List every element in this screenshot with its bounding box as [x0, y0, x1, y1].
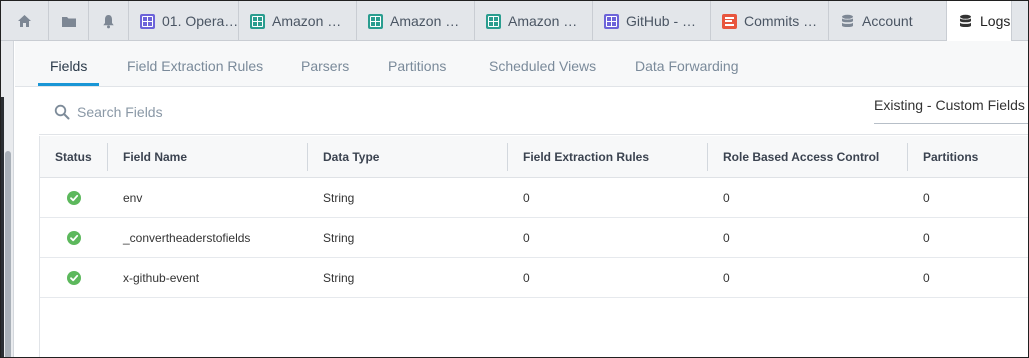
tab-label: 01. Opera… [162, 13, 238, 29]
search-input[interactable] [77, 100, 477, 124]
table-row[interactable]: _convertheaderstofields String 0 0 0 [40, 218, 1028, 258]
tab-bar: 01. Opera… Amazon … Amazon … Amazon … Gi… [1, 1, 1028, 42]
check-circle-icon [67, 231, 81, 245]
cell-data-type: String [323, 191, 355, 205]
column-divider [107, 143, 108, 171]
tab-amazon-1[interactable]: Amazon … [239, 1, 357, 41]
tab-label: Logs [980, 13, 1011, 29]
dashboard-icon [603, 13, 619, 29]
cell-rbac: 0 [723, 271, 730, 285]
filter-selected-value: Existing - Custom Fields [874, 97, 1025, 113]
check-circle-icon [67, 191, 81, 205]
tab-label: Commits … [744, 13, 818, 29]
tab-amazon-3[interactable]: Amazon … [475, 1, 593, 41]
tab-label: Amazon … [508, 13, 578, 29]
cell-field-name: x-github-event [123, 271, 200, 285]
left-sidebar-edge [1, 41, 14, 357]
column-divider [507, 143, 508, 171]
column-divider [907, 143, 908, 171]
cell-field-name: _convertheaderstofields [123, 231, 251, 245]
column-divider [707, 143, 708, 171]
cell-rbac: 0 [723, 191, 730, 205]
tab-label: GitHub - … [626, 13, 697, 29]
cell-field-extraction-rules: 0 [523, 191, 530, 205]
tab-amazon-2[interactable]: Amazon … [357, 1, 475, 41]
tab-logs[interactable]: Logs [947, 1, 1012, 42]
subtab-label: Fields [50, 58, 88, 74]
column-header-field-name[interactable]: Field Name [123, 136, 187, 178]
cell-field-extraction-rules: 0 [523, 271, 530, 285]
tab-operations[interactable]: 01. Opera… [129, 1, 239, 41]
sidebar-shadow [1, 97, 4, 357]
database-icon [957, 13, 973, 29]
column-divider [307, 143, 308, 171]
log-search-icon [721, 13, 737, 29]
tab-folder[interactable] [49, 1, 89, 41]
tab-github[interactable]: GitHub - … [593, 1, 711, 41]
cell-rbac: 0 [723, 231, 730, 245]
app-window: 01. Opera… Amazon … Amazon … Amazon … Gi… [0, 0, 1029, 358]
column-header-field-extraction-rules[interactable]: Field Extraction Rules [523, 136, 649, 178]
tab-label: Account [862, 13, 913, 29]
cell-partitions: 0 [923, 271, 930, 285]
column-header-data-type[interactable]: Data Type [323, 136, 379, 178]
cell-data-type: String [323, 271, 355, 285]
table-row[interactable]: x-github-event String 0 0 0 [40, 258, 1028, 298]
cell-partitions: 0 [923, 231, 930, 245]
subtab-parsers[interactable]: Parsers [301, 41, 349, 86]
dashboard-icon [249, 13, 265, 29]
column-header-partitions[interactable]: Partitions [923, 136, 978, 178]
table-row[interactable]: env String 0 0 0 [40, 178, 1028, 218]
home-icon [17, 14, 32, 28]
bell-icon [102, 14, 115, 29]
subtab-label: Scheduled Views [489, 58, 597, 74]
subtab-label: Field Extraction Rules [127, 58, 264, 74]
subtab-data-forwarding[interactable]: Data Forwarding [635, 41, 739, 86]
check-circle-icon [67, 271, 81, 285]
tab-alerts[interactable] [89, 1, 129, 41]
subtab-scheduled-views[interactable]: Scheduled Views [489, 41, 596, 86]
dashboard-icon [367, 13, 383, 29]
fields-table: Status Field Name Data Type Field Extrac… [39, 136, 1028, 357]
table-header: Status Field Name Data Type Field Extrac… [40, 136, 1028, 178]
field-filter-dropdown[interactable]: Existing - Custom Fields [874, 88, 1028, 124]
column-header-status[interactable]: Status [55, 136, 92, 178]
tab-home[interactable] [1, 1, 49, 41]
cell-field-name: env [123, 191, 143, 205]
cell-field-extraction-rules: 0 [523, 231, 530, 245]
settings-subnav: Fields Field Extraction Rules Parsers Pa… [15, 41, 1028, 87]
tab-account[interactable]: Account [829, 1, 947, 41]
subtab-fields[interactable]: Fields [38, 41, 100, 86]
search-bar: Existing - Custom Fields [39, 88, 1028, 135]
search-icon [54, 104, 70, 120]
dashboard-icon [485, 13, 501, 29]
cell-partitions: 0 [923, 191, 930, 205]
subtab-label: Parsers [301, 58, 350, 74]
subtab-label: Data Forwarding [635, 58, 739, 74]
cell-data-type: String [323, 231, 355, 245]
tab-label: Amazon … [272, 13, 342, 29]
tab-commits[interactable]: Commits … [711, 1, 829, 41]
active-tab-underline [38, 83, 100, 86]
folder-icon [61, 15, 77, 28]
subtab-field-extraction-rules[interactable]: Field Extraction Rules [127, 41, 263, 86]
column-header-rbac[interactable]: Role Based Access Control [723, 136, 879, 178]
scrollbar-thumb[interactable] [5, 151, 11, 357]
database-icon [839, 13, 855, 29]
tab-label: Amazon … [390, 13, 460, 29]
subtab-label: Partitions [388, 58, 447, 74]
dashboard-icon [139, 13, 155, 29]
subtab-partitions[interactable]: Partitions [388, 41, 446, 86]
